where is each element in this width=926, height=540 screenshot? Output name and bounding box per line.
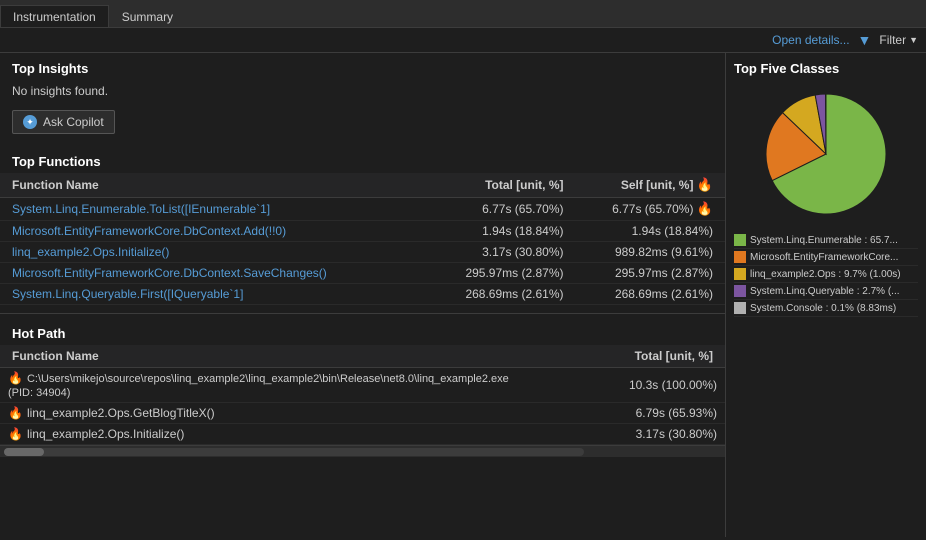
legend-label: System.Linq.Enumerable : 65.7... — [750, 235, 898, 246]
function-name-cell[interactable]: Microsoft.EntityFrameworkCore.DbContext.… — [0, 263, 411, 284]
list-item: 🔥linq_example2.Ops.Initialize() 3.17s (3… — [0, 424, 725, 445]
table-row: System.Linq.Queryable.First([IQueryable`… — [0, 284, 725, 305]
list-item: 🔥linq_example2.Ops.GetBlogTitleX() 6.79s… — [0, 403, 725, 424]
function-name-cell[interactable]: System.Linq.Queryable.First([IQueryable`… — [0, 284, 411, 305]
col-self: Self [unit, %] 🔥 — [576, 173, 726, 198]
function-name-cell[interactable]: System.Linq.Enumerable.ToList([IEnumerab… — [0, 198, 411, 221]
main-layout: Top Insights No insights found. ✦ Ask Co… — [0, 53, 926, 537]
table-row: System.Linq.Enumerable.ToList([IEnumerab… — [0, 198, 725, 221]
legend-color-swatch — [734, 302, 746, 314]
col-hp-total: Total [unit, %] — [544, 345, 725, 368]
ask-copilot-button[interactable]: ✦ Ask Copilot — [12, 110, 115, 134]
toolbar: Open details... ▼ Filter ▼ — [0, 28, 926, 53]
legend-label: linq_example2.Ops : 9.7% (1.00s) — [750, 269, 901, 280]
hotpath-name-cell: 🔥C:\Users\mikejo\source\repos\linq_examp… — [0, 368, 544, 403]
top-insights-section: Top Insights No insights found. ✦ Ask Co… — [0, 53, 725, 134]
table-row: Microsoft.EntityFrameworkCore.DbContext.… — [0, 263, 725, 284]
scrollbar-thumb[interactable] — [4, 448, 44, 456]
legend-item: Microsoft.EntityFrameworkCore... — [734, 249, 918, 266]
legend-color-swatch — [734, 268, 746, 280]
hotpath-name-cell[interactable]: 🔥linq_example2.Ops.Initialize() — [0, 424, 544, 445]
pie-chart — [751, 84, 901, 224]
pie-chart-container — [734, 84, 918, 224]
no-insights-text: No insights found. — [0, 80, 725, 106]
legend-color-swatch — [734, 251, 746, 263]
self-cell: 6.77s (65.70%) 🔥 — [576, 198, 726, 221]
self-cell: 268.69ms (2.61%) — [576, 284, 726, 305]
filter-button[interactable]: Filter ▼ — [879, 33, 918, 47]
filter-funnel-icon: ▼ — [858, 32, 872, 48]
table-row: linq_example2.Ops.Initialize() 3.17s (30… — [0, 242, 725, 263]
self-cell: 1.94s (18.84%) — [576, 221, 726, 242]
legend-label: Microsoft.EntityFrameworkCore... — [750, 252, 898, 263]
left-panel: Top Insights No insights found. ✦ Ask Co… — [0, 53, 726, 537]
hotpath-total-cell: 6.79s (65.93%) — [544, 403, 725, 424]
total-cell: 1.94s (18.84%) — [411, 221, 575, 242]
chart-legend: System.Linq.Enumerable : 65.7... Microso… — [734, 232, 918, 317]
chart-title: Top Five Classes — [734, 61, 918, 76]
flame-icon: 🔥 — [8, 406, 23, 420]
legend-item: System.Console : 0.1% (8.83ms) — [734, 300, 918, 317]
legend-item: linq_example2.Ops : 9.7% (1.00s) — [734, 266, 918, 283]
col-hp-function-name: Function Name — [0, 345, 544, 368]
flame-icon: 🔥 — [8, 427, 23, 441]
legend-label: System.Linq.Queryable : 2.7% (... — [750, 286, 900, 297]
self-cell: 295.97ms (2.87%) — [576, 263, 726, 284]
functions-table: Function Name Total [unit, %] Self [unit… — [0, 173, 725, 305]
filter-dropdown-icon: ▼ — [909, 35, 918, 45]
legend-label: System.Console : 0.1% (8.83ms) — [750, 303, 896, 314]
total-cell: 268.69ms (2.61%) — [411, 284, 575, 305]
col-function-name: Function Name — [0, 173, 411, 198]
open-details-link[interactable]: Open details... — [772, 33, 849, 47]
function-name-cell[interactable]: linq_example2.Ops.Initialize() — [0, 242, 411, 263]
bottom-scrollbar[interactable] — [0, 445, 725, 457]
top-functions-title: Top Functions — [0, 146, 725, 173]
table-row: Microsoft.EntityFrameworkCore.DbContext.… — [0, 221, 725, 242]
hotpath-name-cell[interactable]: 🔥linq_example2.Ops.GetBlogTitleX() — [0, 403, 544, 424]
legend-color-swatch — [734, 285, 746, 297]
legend-color-swatch — [734, 234, 746, 246]
tab-bar: Instrumentation Summary — [0, 0, 926, 28]
exe-flame-icon: 🔥 — [8, 371, 23, 385]
tab-instrumentation[interactable]: Instrumentation — [0, 5, 109, 27]
hot-path-section: Hot Path Function Name Total [unit, %] 🔥… — [0, 313, 725, 445]
total-cell: 6.77s (65.70%) — [411, 198, 575, 221]
copilot-icon: ✦ — [23, 115, 37, 129]
legend-item: System.Linq.Queryable : 2.7% (... — [734, 283, 918, 300]
hotpath-total-cell: 10.3s (100.00%) — [544, 368, 725, 403]
hot-path-table: Function Name Total [unit, %] 🔥C:\Users\… — [0, 345, 725, 445]
top-functions-section: Top Functions Function Name Total [unit,… — [0, 146, 725, 305]
legend-item: System.Linq.Enumerable : 65.7... — [734, 232, 918, 249]
hot-path-title: Hot Path — [0, 318, 725, 345]
total-cell: 295.97ms (2.87%) — [411, 263, 575, 284]
list-item: 🔥C:\Users\mikejo\source\repos\linq_examp… — [0, 368, 725, 403]
col-total: Total [unit, %] — [411, 173, 575, 198]
right-panel: Top Five Classes System.Linq.Enumerable … — [726, 53, 926, 537]
tab-summary[interactable]: Summary — [109, 5, 186, 27]
self-cell: 989.82ms (9.61%) — [576, 242, 726, 263]
total-cell: 3.17s (30.80%) — [411, 242, 575, 263]
scrollbar-track[interactable] — [4, 448, 584, 456]
hotpath-total-cell: 3.17s (30.80%) — [544, 424, 725, 445]
top-insights-title: Top Insights — [0, 53, 725, 80]
function-name-cell[interactable]: Microsoft.EntityFrameworkCore.DbContext.… — [0, 221, 411, 242]
